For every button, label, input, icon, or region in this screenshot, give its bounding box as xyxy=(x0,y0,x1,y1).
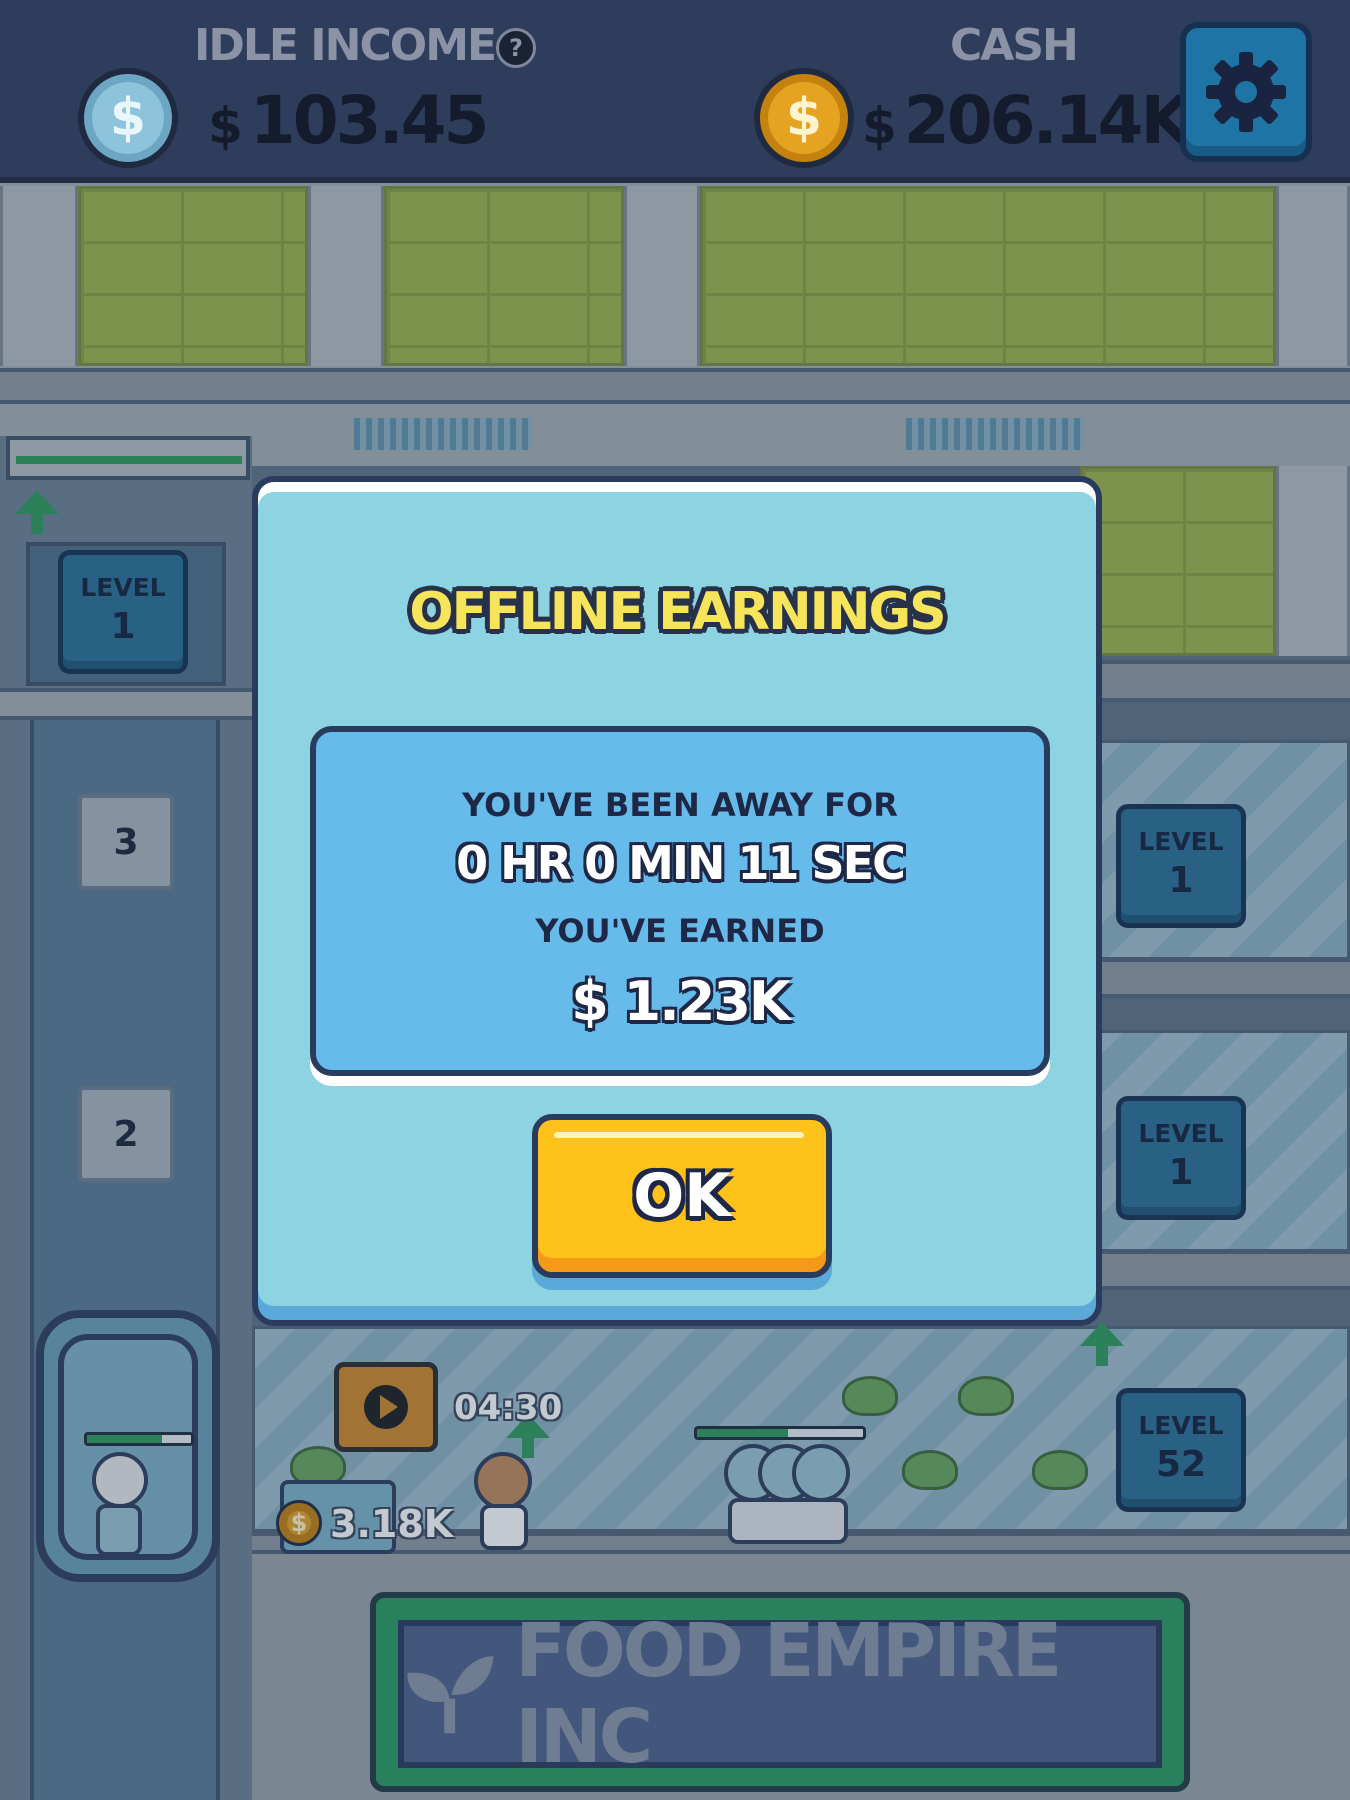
idle-income-currency: $ xyxy=(208,97,243,155)
cash-value: 206.14K xyxy=(903,82,1192,159)
cash-display: $206.14K xyxy=(862,82,1192,159)
settings-button[interactable] xyxy=(1180,22,1312,162)
top-hud: IDLE INCOME ? $ $103.45 CASH $ $206.14K xyxy=(0,0,1350,183)
ok-button-label: OK xyxy=(633,1161,731,1231)
dialog-title: OFFLINE EARNINGS xyxy=(409,582,946,642)
earned-label: YOU'VE EARNED xyxy=(535,912,825,950)
earned-amount: $ 1.23K xyxy=(316,970,1044,1033)
help-icon[interactable]: ? xyxy=(496,28,536,68)
idle-income-label: IDLE INCOME xyxy=(194,20,497,71)
ok-button[interactable]: OK xyxy=(532,1114,832,1278)
cash-label: CASH xyxy=(950,20,1079,71)
ok-button-shine xyxy=(554,1132,804,1138)
earnings-info-panel: YOU'VE BEEN AWAY FOR 0 HR 0 MIN 11 SEC Y… xyxy=(310,726,1050,1076)
away-label: YOU'VE BEEN AWAY FOR xyxy=(462,786,898,824)
idle-income-display: $103.45 xyxy=(208,82,490,159)
gear-icon xyxy=(1206,52,1286,132)
dollar-coin-icon: $ xyxy=(78,68,178,168)
cash-coin-icon: $ xyxy=(754,68,854,168)
idle-income-value: 103.45 xyxy=(249,82,490,159)
earned-value: 1.23K xyxy=(623,970,791,1033)
offline-earnings-dialog: OFFLINE EARNINGS YOU'VE BEEN AWAY FOR 0 … xyxy=(252,476,1102,1326)
away-time: 0 HR 0 MIN 11 SEC xyxy=(456,836,906,890)
cash-currency: $ xyxy=(862,97,897,155)
earned-currency: $ xyxy=(571,970,609,1033)
